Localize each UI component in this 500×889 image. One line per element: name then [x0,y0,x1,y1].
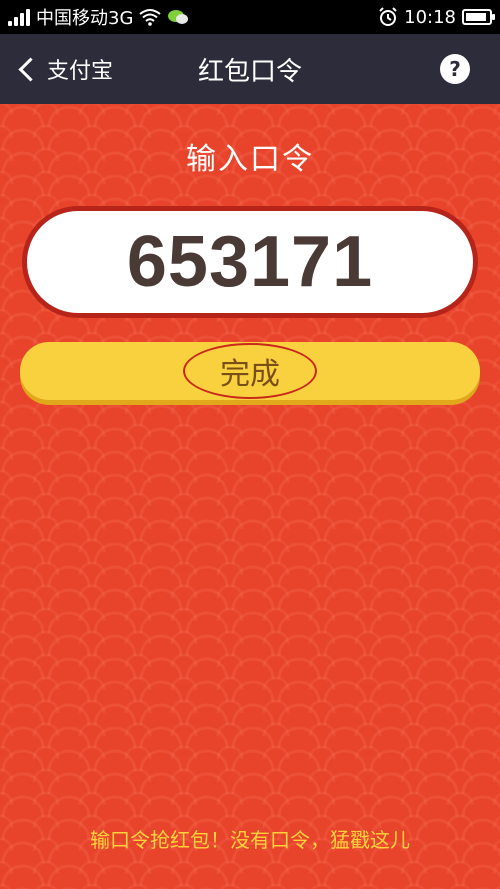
code-input-wrapper: 653171 [22,206,478,318]
main-content: 输入口令 653171 完成 输口令抢红包！没有口令，猛戳这儿 [0,104,500,889]
chevron-left-icon [18,56,43,82]
carrier-label: 中国移动3G [36,8,134,29]
prompt-title: 输入口令 [186,142,314,177]
chat-notification-icon [168,10,189,24]
back-label: 支付宝 [47,59,114,84]
code-input[interactable]: 653171 [27,211,473,313]
signal-icon [8,8,30,26]
battery-fill [466,13,486,21]
done-label: 完成 [220,357,280,392]
status-right: 10:18 [378,6,495,28]
status-bar: 中国移动3G 10:18 [0,0,500,34]
clock-label: 10:18 [404,6,456,28]
alarm-icon [379,7,397,26]
nav-bar: 红包口令 支付宝 ? [0,34,500,104]
back-button[interactable]: 支付宝 [16,34,113,104]
battery-icon [462,9,495,25]
no-code-link[interactable]: 输口令抢红包！没有口令，猛戳这儿 [0,824,500,853]
done-button[interactable]: 完成 [20,342,480,400]
status-left: 中国移动3G [8,4,189,30]
help-icon: ? [449,57,461,81]
help-button[interactable]: ? [440,54,470,84]
wifi-icon [139,9,162,26]
